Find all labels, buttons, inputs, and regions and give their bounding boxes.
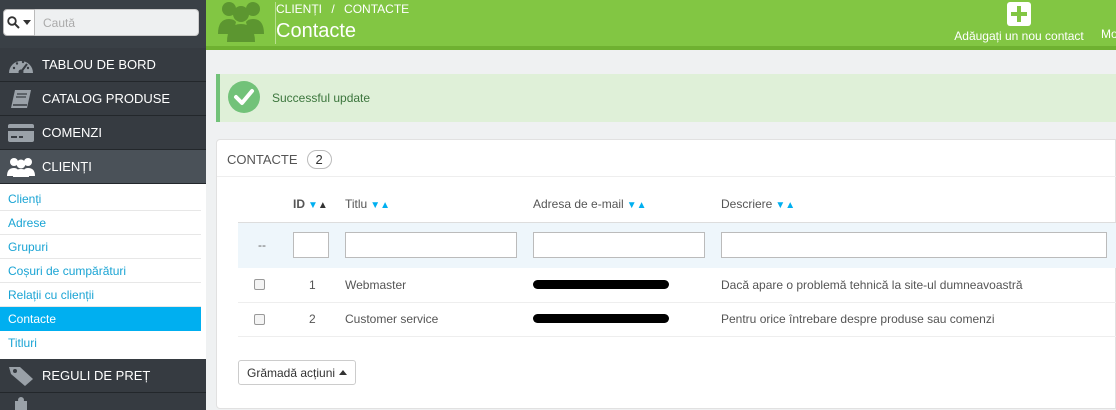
check-circle-icon bbox=[228, 80, 260, 116]
sidebar-item-label: CATALOG PRODUSE bbox=[42, 91, 171, 106]
puzzle-icon bbox=[0, 396, 42, 410]
contacts-table: ID ▼▲ Titlu ▼▲ Adresa de e-mail ▼▲ Descrier… bbox=[238, 186, 1116, 337]
sidebar: TABLOU DE BORD CATALOG PRODUSE COMENZI C… bbox=[0, 0, 206, 410]
credit-card-icon bbox=[0, 123, 42, 143]
filter-id-input[interactable] bbox=[293, 232, 329, 259]
column-header-email: Adresa de e-mail ▼▲ bbox=[533, 196, 647, 211]
sidebar-item-label: REGULI DE PREȚ bbox=[42, 368, 151, 383]
bulk-actions-label: Grămadă acțiuni bbox=[247, 365, 336, 380]
search-icon bbox=[7, 16, 20, 29]
users-icon bbox=[0, 156, 42, 178]
bulk-actions-button[interactable]: Grămadă acțiuni bbox=[238, 360, 357, 385]
cell-id: 1 bbox=[293, 268, 345, 303]
cell-email bbox=[533, 302, 721, 337]
cell-description: Dacă apare o problemă tehnică la site-ul… bbox=[721, 268, 1116, 303]
sort-icon[interactable]: ▼▲ bbox=[775, 200, 795, 211]
breadcrumb: CLIENȚI / CONTACTE bbox=[276, 2, 409, 16]
submenu-item-customer-service[interactable]: Relații cu clienții bbox=[0, 283, 201, 307]
sidebar-item-label: TABLOU DE BORD bbox=[42, 57, 156, 72]
filter-row: -- bbox=[238, 221, 1116, 268]
sidebar-submenu: Clienți Adrese Grupuri Coșuri de cumpără… bbox=[0, 184, 206, 359]
filter-title-input[interactable] bbox=[345, 232, 517, 259]
filter-placeholder: -- bbox=[238, 221, 293, 268]
contacts-panel: CONTACTE 2 ID ▼▲ Titlu ▼▲ Adresa de e-mail… bbox=[216, 139, 1116, 409]
table-header-row: ID ▼▲ Titlu ▼▲ Adresa de e-mail ▼▲ Descrier… bbox=[238, 186, 1116, 222]
submenu-item-customers[interactable]: Clienți bbox=[0, 187, 201, 211]
caret-down-icon bbox=[23, 20, 31, 25]
table-row[interactable]: 2 Customer service Pentru orice întrebar… bbox=[238, 302, 1116, 337]
row-checkbox[interactable] bbox=[254, 313, 265, 325]
dashboard-icon bbox=[0, 55, 42, 75]
sidebar-item-label: CLIENȚI bbox=[42, 159, 92, 174]
sort-icon[interactable]: ▼▲ bbox=[370, 200, 390, 211]
page-title: Contacte bbox=[276, 20, 357, 42]
breadcrumb-parent[interactable]: CLIENȚI bbox=[276, 2, 322, 16]
submenu-item-carts[interactable]: Coșuri de cumpărături bbox=[0, 259, 201, 283]
filter-email-input[interactable] bbox=[533, 232, 705, 259]
cell-email bbox=[533, 268, 721, 303]
header-select bbox=[238, 186, 293, 222]
caret-up-icon bbox=[339, 370, 348, 375]
plus-icon bbox=[1007, 2, 1031, 26]
sort-icon[interactable]: ▼▲ bbox=[308, 200, 328, 211]
add-contact-button[interactable]: Adăugați un nou contact bbox=[949, 2, 1089, 43]
cell-title: Webmaster bbox=[345, 268, 533, 303]
cell-title: Customer service bbox=[345, 302, 533, 337]
book-icon bbox=[0, 88, 42, 110]
sidebar-item-catalog[interactable]: CATALOG PRODUSE bbox=[0, 82, 206, 116]
tag-icon bbox=[0, 365, 42, 387]
row-checkbox[interactable] bbox=[254, 279, 265, 291]
table-row[interactable]: 1 Webmaster Dacă apare o problemă tehnic… bbox=[238, 268, 1116, 303]
submenu-item-groups[interactable]: Grupuri bbox=[0, 235, 201, 259]
sidebar-item-customers[interactable]: CLIENȚI bbox=[0, 150, 206, 184]
sort-icon[interactable]: ▼▲ bbox=[627, 200, 647, 211]
redacted-email bbox=[533, 279, 669, 289]
more-button[interactable]: Mo bbox=[1101, 27, 1116, 41]
page-header: CLIENȚI / CONTACTE Contacte Adăugați un … bbox=[206, 0, 1116, 50]
users-icon bbox=[218, 0, 264, 47]
filter-description-input[interactable] bbox=[721, 232, 1107, 259]
redacted-email bbox=[533, 314, 669, 323]
divider bbox=[217, 176, 1116, 177]
column-header-title: Titlu ▼▲ bbox=[345, 196, 391, 211]
column-header-description: Descriere ▼▲ bbox=[721, 196, 796, 211]
search-button[interactable] bbox=[3, 9, 35, 36]
breadcrumb-current: CONTACTE bbox=[344, 2, 410, 16]
sidebar-item-modules[interactable] bbox=[0, 393, 206, 410]
submenu-item-contacts[interactable]: Contacte bbox=[0, 307, 201, 331]
search-box bbox=[0, 0, 206, 48]
sidebar-item-label: COMENZI bbox=[42, 125, 102, 140]
column-header-id: ID ▼▲ bbox=[293, 196, 328, 211]
submenu-item-addresses[interactable]: Adrese bbox=[0, 211, 201, 235]
search-input[interactable] bbox=[35, 9, 199, 36]
panel-heading: CONTACTE 2 bbox=[227, 146, 332, 172]
sidebar-item-dashboard[interactable]: TABLOU DE BORD bbox=[0, 48, 206, 82]
sidebar-item-price-rules[interactable]: REGULI DE PREȚ bbox=[0, 359, 206, 393]
add-contact-label: Adăugați un nou contact bbox=[954, 29, 1084, 43]
success-alert: Successful update bbox=[216, 74, 1116, 122]
breadcrumb-separator: / bbox=[331, 2, 335, 16]
cell-id: 2 bbox=[293, 302, 345, 337]
sidebar-item-orders[interactable]: COMENZI bbox=[0, 116, 206, 150]
count-badge: 2 bbox=[306, 149, 332, 169]
cell-description: Pentru orice întrebare despre produse sa… bbox=[721, 302, 1116, 337]
submenu-item-titles[interactable]: Titluri bbox=[0, 331, 201, 355]
alert-message: Successful update bbox=[272, 91, 371, 105]
panel-title: CONTACTE bbox=[227, 151, 298, 167]
